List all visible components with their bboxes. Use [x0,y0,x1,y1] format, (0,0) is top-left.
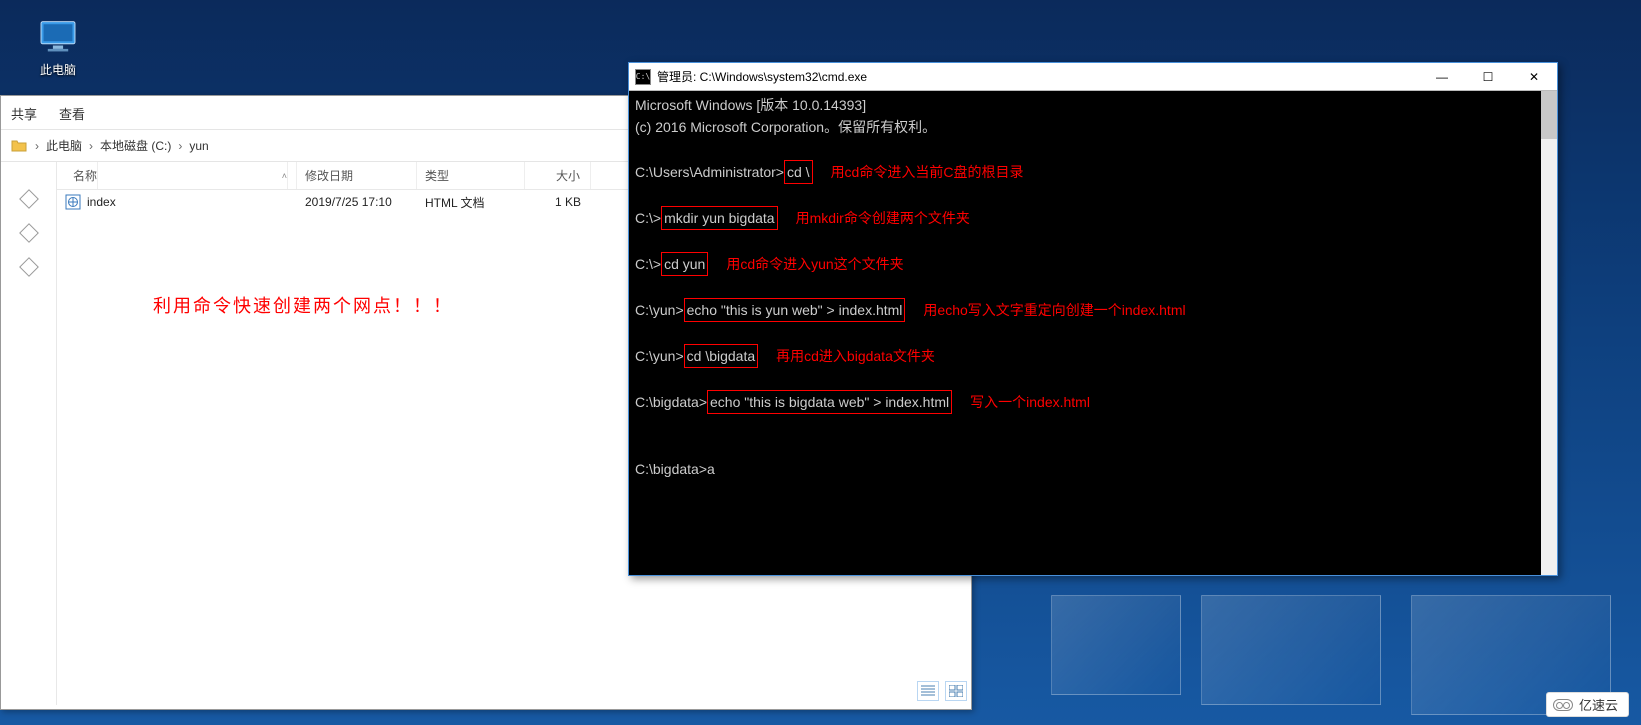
cmd-output[interactable]: Microsoft Windows [版本 10.0.14393] (c) 20… [629,91,1557,575]
watermark-text: 亿速云 [1579,695,1618,714]
cmd-line: C:\yun>cd \bigdata 再用cd进入bigdata文件夹 [635,344,1551,368]
cmd-prompt: C:\Users\Administrator> [635,161,784,183]
crumb-pc[interactable]: 此电脑 [43,137,85,154]
minimize-button[interactable]: — [1419,63,1465,90]
maximize-button[interactable]: ☐ [1465,63,1511,90]
cmd-prompt: C:\yun> [635,345,684,367]
cmd-line: C:\bigdata>echo "this is bigdata web" > … [635,390,1551,414]
file-size: 1 KB [525,195,591,209]
cmd-titlebar[interactable]: C:\ 管理员: C:\Windows\system32\cmd.exe — ☐… [629,63,1557,91]
wallpaper-rays [991,565,1641,725]
desktop: 此电脑 共享 查看 › 此电脑 › 本地磁盘 (C:) › yun 名称˄ [0,0,1641,725]
desktop-icon-label: 此电脑 [18,61,98,78]
cmd-command-boxed: echo "this is yun web" > index.html [684,298,906,322]
file-type: HTML 文档 [417,194,525,211]
desktop-icon-this-pc[interactable]: 此电脑 [18,20,98,78]
cmd-annotation: 用mkdir命令创建两个文件夹 [796,207,970,229]
cmd-line: C:\>mkdir yun bigdata 用mkdir命令创建两个文件夹 [635,206,1551,230]
watermark-icon [1553,699,1573,711]
col-size[interactable]: 大小 [525,162,591,189]
scrollbar[interactable] [1541,91,1557,575]
cmd-annotation: 再用cd进入bigdata文件夹 [776,345,935,367]
html-file-icon [65,194,81,210]
cmd-annotation: 用cd命令进入当前C盘的根目录 [831,161,1024,183]
pc-icon [37,20,79,54]
crumb-drive[interactable]: 本地磁盘 (C:) [97,137,174,154]
cmd-icon: C:\ [635,69,651,85]
cmd-line: Microsoft Windows [版本 10.0.14393] [635,94,1551,116]
cmd-command-boxed: cd yun [661,252,708,276]
crumb-folder[interactable]: yun [186,139,211,153]
cmd-command-boxed: cd \ [784,160,813,184]
cmd-prompt: C:\yun> [635,299,684,321]
cmd-window[interactable]: C:\ 管理员: C:\Windows\system32\cmd.exe — ☐… [628,62,1558,576]
view-switcher [917,681,967,701]
cmd-prompt: C:\bigdata> [635,391,707,413]
file-name: index [87,195,116,209]
cmd-annotation: 用cd命令进入yun这个文件夹 [726,253,903,275]
watermark: 亿速云 [1546,692,1629,717]
pin-icon[interactable] [19,189,39,209]
cmd-command-boxed: echo "this is bigdata web" > index.html [707,390,952,414]
col-modified[interactable]: 修改日期 [297,162,417,189]
pin-icon[interactable] [19,223,39,243]
cmd-line: C:\>cd yun 用cd命令进入yun这个文件夹 [635,252,1551,276]
pin-icon[interactable] [19,257,39,277]
col-type[interactable]: 类型 [417,162,525,189]
cmd-line: C:\bigdata>a [635,458,1551,480]
close-button[interactable]: ✕ [1511,63,1557,90]
sort-indicator-icon: ˄ [274,162,288,189]
cmd-command-boxed: cd \bigdata [684,344,759,368]
cmd-title-text: 管理员: C:\Windows\system32\cmd.exe [657,68,1419,85]
view-details-button[interactable] [917,681,939,701]
annotation-text: 利用命令快速创建两个网点！！！ [153,292,453,318]
cmd-annotation: 用echo写入文字重定向创建一个index.html [923,299,1185,321]
scroll-thumb[interactable] [1541,91,1557,139]
file-modified: 2019/7/25 17:10 [297,195,417,209]
cmd-annotation: 写入一个index.html [970,391,1090,413]
tab-share[interactable]: 共享 [11,104,37,123]
quick-access-strip [1,162,57,705]
folder-icon [11,138,27,154]
tab-view[interactable]: 查看 [59,104,85,123]
cmd-prompt: C:\> [635,207,661,229]
cmd-command-boxed: mkdir yun bigdata [661,206,778,230]
cmd-line: C:\yun>echo "this is yun web" > index.ht… [635,298,1551,322]
col-name[interactable]: 名称 [65,162,98,189]
view-icons-button[interactable] [945,681,967,701]
cmd-line: C:\Users\Administrator>cd \ 用cd命令进入当前C盘的根… [635,160,1551,184]
cmd-line: (c) 2016 Microsoft Corporation。保留所有权利。 [635,116,1551,138]
cmd-prompt: C:\> [635,253,661,275]
